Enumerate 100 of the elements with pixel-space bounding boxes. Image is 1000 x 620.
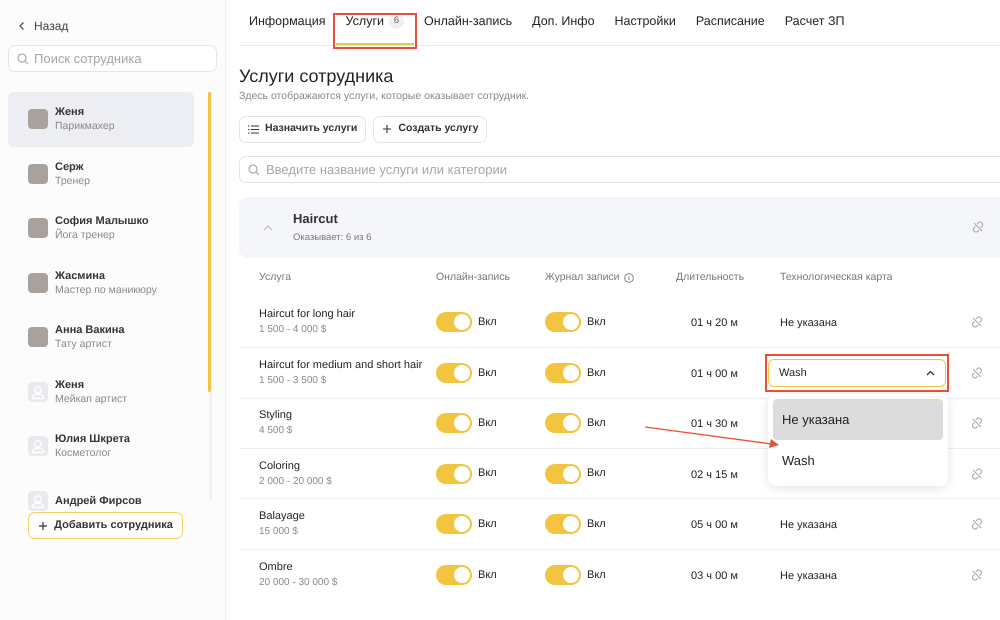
- employee-item[interactable]: Юлия Шкрета Косметолог: [8, 419, 194, 474]
- service-name: Haircut for medium and short hair: [259, 358, 424, 373]
- tab-count-badge: 6: [389, 14, 404, 29]
- service-price: 15 000 $: [259, 525, 299, 539]
- toggle-switch[interactable]: [545, 362, 581, 383]
- scrollbar-thumb[interactable]: [208, 92, 211, 392]
- unlink-icon[interactable]: [971, 366, 983, 379]
- service-name: Styling: [259, 408, 294, 424]
- toggle-label: Вкл: [587, 516, 606, 532]
- unlink-icon[interactable]: [971, 468, 983, 480]
- column-header: Журнал записи: [545, 270, 620, 285]
- category-count: Оказывает: 6 из 6: [293, 231, 372, 246]
- tab-label: Расписание: [696, 13, 765, 30]
- service-search-field[interactable]: Введите название услуги или категории: [239, 156, 1000, 183]
- column-header: Длительность: [676, 270, 744, 285]
- back-link[interactable]: Назад: [34, 16, 68, 34]
- service-name: Ombre: [259, 560, 294, 575]
- employee-item[interactable]: София Малышко Йога тренер: [8, 201, 194, 256]
- add-employee-button[interactable]: Добавить сотрудника: [28, 512, 183, 539]
- unlink-icon[interactable]: [972, 221, 984, 234]
- tab[interactable]: Расчет ЗП: [774, 0, 855, 45]
- toggle-label: Вкл: [478, 466, 497, 482]
- toolbar-button[interactable]: Создать услугу: [373, 116, 488, 143]
- back-chevron-icon[interactable]: [18, 20, 26, 30]
- tech-card-value: Не указана: [780, 317, 838, 330]
- toggle-label: Вкл: [587, 466, 606, 482]
- tab-label: Онлайн-запись: [424, 13, 512, 30]
- search-icon: [248, 164, 260, 176]
- page-subtitle: Здесь отображаются услуги, которые оказывает сотрудник.: [239, 89, 530, 104]
- employee-name: Женя: [55, 378, 86, 392]
- service-price: 20 000 - 30 000 $: [259, 576, 338, 590]
- avatar-photo-placeholder: [28, 218, 48, 238]
- employee-item[interactable]: Женя Мейкап артист: [8, 364, 194, 419]
- service-price: 2 000 - 20 000 $: [259, 474, 333, 489]
- tab[interactable]: Расписание: [686, 0, 775, 45]
- tab-label: Доп. Инфо: [532, 13, 595, 30]
- unlink-icon[interactable]: [971, 518, 983, 530]
- employee-name: Женя: [55, 105, 86, 120]
- toggle-switch[interactable]: [545, 312, 581, 332]
- service-name: Coloring: [259, 458, 301, 474]
- duration-text: 03 ч 00 м: [691, 570, 738, 582]
- category-name: Haircut: [293, 210, 339, 228]
- employee-name: Анна Вакина: [55, 323, 124, 338]
- tech-card-value: Не указана: [780, 570, 838, 582]
- unlink-icon[interactable]: [971, 568, 983, 581]
- dropdown-option[interactable]: Wash: [773, 440, 943, 481]
- toggle-switch[interactable]: [436, 413, 472, 434]
- employee-search-field[interactable]: Поиск сотрудника: [8, 45, 217, 72]
- service-price: 1 500 - 3 500 $: [259, 374, 328, 388]
- duration-text: 02 ч 15 м: [691, 468, 738, 481]
- list-icon: [248, 124, 259, 134]
- employee-role: Мастер по маникюру: [55, 282, 157, 297]
- toggle-switch[interactable]: [436, 464, 472, 484]
- toggle-switch[interactable]: [436, 312, 472, 332]
- column-header: Услуга: [259, 270, 292, 285]
- employee-name: Юлия Шкрета: [55, 432, 130, 446]
- toolbar-button[interactable]: Назначить услуги: [239, 116, 366, 143]
- tab[interactable]: Доп. Инфо: [522, 0, 605, 45]
- employee-role: Йога тренер: [55, 228, 116, 242]
- page-title: Услуги сотрудника: [239, 65, 394, 87]
- employee-role: Тренер: [55, 174, 90, 188]
- tab-label: Настройки: [614, 13, 676, 30]
- service-name: Haircut for long hair: [259, 307, 356, 322]
- employee-item[interactable]: Женя Парикмахер: [8, 92, 194, 146]
- chevron-icon[interactable]: [263, 224, 273, 231]
- toggle-label: Вкл: [587, 366, 606, 381]
- toggle-switch[interactable]: [436, 362, 472, 383]
- avatar-photo-placeholder: [28, 327, 48, 348]
- unlink-icon[interactable]: [971, 417, 983, 430]
- employee-name: Андрей Фирсов: [55, 494, 142, 508]
- employee-item[interactable]: Анна Вакина Тату артист: [8, 310, 194, 364]
- toggle-label: Вкл: [478, 416, 497, 431]
- toggle-label: Вкл: [478, 366, 497, 381]
- tab-label: Услуги: [346, 13, 384, 30]
- tab[interactable]: Настройки: [604, 0, 686, 45]
- employee-item[interactable]: Андрей Фирсов: [8, 474, 194, 512]
- dropdown-option[interactable]: Не указана: [773, 398, 943, 440]
- toggle-switch[interactable]: [545, 564, 581, 585]
- toggle-switch[interactable]: [436, 514, 472, 534]
- employee-item[interactable]: Жасмина Мастер по маникюру: [8, 256, 194, 310]
- duration-text: 01 ч 20 м: [691, 317, 738, 330]
- info-icon[interactable]: [624, 272, 634, 283]
- employee-name: Жасмина: [55, 268, 106, 283]
- avatar-photo-placeholder: [28, 164, 48, 184]
- tab[interactable]: Услуги 6: [336, 0, 414, 45]
- toggle-switch[interactable]: [545, 514, 581, 534]
- employee-role: Мейкап артист: [55, 392, 128, 406]
- chevron-icon: [926, 370, 935, 376]
- tech-card-select[interactable]: Wash: [768, 358, 946, 387]
- employee-item[interactable]: Серж Тренер: [8, 146, 194, 201]
- unlink-icon[interactable]: [971, 316, 983, 328]
- toggle-switch[interactable]: [545, 464, 581, 484]
- column-header: Технологическая карта: [780, 270, 893, 285]
- toggle-switch[interactable]: [436, 564, 472, 585]
- toggle-switch[interactable]: [545, 413, 581, 434]
- tab[interactable]: Информация: [239, 0, 336, 45]
- tab[interactable]: Онлайн-запись: [414, 0, 522, 45]
- tab-label: Информация: [249, 13, 326, 30]
- toggle-label: Вкл: [587, 416, 606, 431]
- toggle-label: Вкл: [587, 568, 606, 583]
